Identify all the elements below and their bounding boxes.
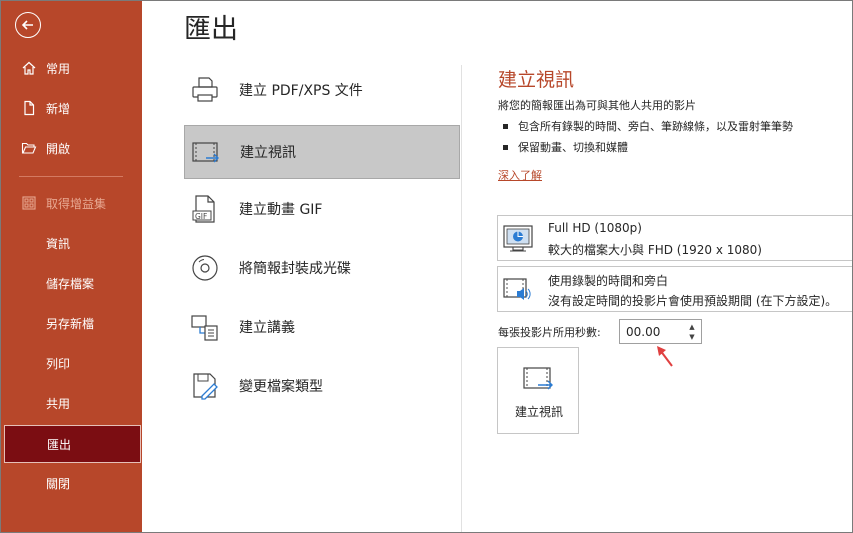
folder-open-icon [21, 142, 37, 154]
spinner-arrows[interactable]: ▲ ▼ [687, 322, 697, 342]
export-option-handouts[interactable]: 建立講義 [184, 300, 460, 354]
sidebar-item-get-addins: 取得增益集 [1, 185, 142, 221]
detail-bullet: 包含所有錄製的時間、旁白、筆跡線條，以及雷射筆筆勢 [503, 118, 793, 134]
sidebar-item-label: 關閉 [46, 476, 71, 491]
timing-title: 使用錄製的時間和旁白 [548, 274, 669, 288]
svg-text:GIF: GIF [195, 212, 207, 221]
video-quality-dropdown[interactable]: Full HD (1080p) 較大的檔案大小與 FHD (1920 x 108… [497, 215, 852, 261]
handouts-icon [191, 315, 218, 341]
sidebar-item-print[interactable]: 列印 [1, 345, 142, 381]
chevron-up-icon[interactable]: ▲ [687, 322, 697, 332]
video-icon [523, 367, 553, 390]
export-option-label: 將簡報封裝成光碟 [239, 261, 351, 277]
export-option-label: 建立視訊 [240, 145, 296, 161]
video-speaker-icon [503, 278, 531, 300]
sidebar: 常用 新增 開啟 取得增益集 資訊 儲存檔案 另存新檔 列印 共用 匯出 關閉 [1, 1, 142, 532]
pdf-printer-icon [192, 77, 218, 102]
sidebar-item-home[interactable]: 常用 [1, 50, 142, 86]
sidebar-item-label: 開啟 [46, 141, 71, 156]
grid-icon [22, 196, 36, 210]
export-option-gif[interactable]: GIF 建立動畫 GIF [184, 182, 460, 236]
export-option-change-file-type[interactable]: 變更檔案類型 [184, 359, 460, 413]
pane-divider [461, 65, 462, 532]
sidebar-item-label: 匯出 [47, 437, 72, 452]
detail-description: 將您的簡報匯出為可與其他人共用的影片 [498, 99, 696, 112]
create-video-button[interactable]: 建立視訊 [497, 347, 579, 434]
sidebar-divider [19, 176, 123, 177]
sidebar-item-label: 列印 [46, 356, 71, 371]
export-option-label: 建立 PDF/XPS 文件 [239, 83, 363, 99]
sidebar-item-save-as[interactable]: 另存新檔 [1, 305, 142, 341]
sidebar-item-label: 另存新檔 [46, 316, 95, 331]
seconds-per-slide-spinner[interactable]: ▲ ▼ [619, 319, 702, 344]
sidebar-item-info[interactable]: 資訊 [1, 225, 142, 261]
home-icon [22, 61, 36, 75]
sidebar-item-label: 常用 [46, 61, 71, 76]
chevron-down-icon[interactable]: ▼ [687, 332, 697, 342]
sidebar-item-label: 共用 [46, 396, 71, 411]
export-option-package-cd[interactable]: 將簡報封裝成光碟 [184, 241, 460, 295]
sidebar-item-label: 資訊 [46, 236, 71, 251]
annotation-arrow-icon [657, 346, 673, 367]
arrow-left-circle-icon [21, 20, 33, 30]
export-option-label: 變更檔案類型 [239, 379, 323, 395]
create-video-label: 建立視訊 [514, 405, 563, 419]
sidebar-item-label: 取得增益集 [46, 196, 107, 211]
export-option-label: 建立講義 [239, 320, 295, 336]
export-option-pdf[interactable]: 建立 PDF/XPS 文件 [184, 63, 460, 117]
change-file-type-icon [193, 373, 218, 400]
sidebar-item-label: 新增 [46, 101, 71, 116]
export-option-video[interactable]: 建立視訊 [184, 125, 460, 179]
sidebar-item-new[interactable]: 新增 [1, 90, 142, 126]
sidebar-item-open[interactable]: 開啟 [1, 130, 142, 166]
sidebar-item-close[interactable]: 關閉 [1, 465, 142, 501]
monitor-hd-icon [503, 225, 533, 252]
quality-title: Full HD (1080p) [548, 221, 642, 235]
page-title: 匯出 [184, 14, 238, 45]
seconds-per-slide-label: 每張投影片所用秒數: [498, 326, 601, 339]
sidebar-item-label: 儲存檔案 [46, 276, 95, 291]
detail-bullet: 保留動畫、切換和媒體 [503, 139, 628, 155]
sidebar-item-save[interactable]: 儲存檔案 [1, 265, 142, 301]
bullet-icon [503, 144, 508, 150]
timing-subtitle: 沒有設定時間的投影片會使用預設期間 (在下方設定)。 [548, 294, 838, 308]
back-button[interactable] [15, 12, 41, 38]
video-icon [192, 142, 219, 163]
bullet-icon [503, 123, 508, 129]
quality-subtitle: 較大的檔案大小與 FHD (1920 x 1080) [548, 243, 762, 257]
sidebar-item-share[interactable]: 共用 [1, 385, 142, 421]
seconds-per-slide-input[interactable] [626, 323, 682, 341]
new-document-icon [24, 100, 35, 116]
learn-more-link[interactable]: 深入了解 [498, 167, 542, 183]
timing-narration-dropdown[interactable]: 使用錄製的時間和旁白 沒有設定時間的投影片會使用預設期間 (在下方設定)。 [497, 266, 852, 312]
detail-title: 建立視訊 [498, 69, 575, 91]
cd-package-icon [192, 255, 218, 281]
gif-icon: GIF [192, 195, 215, 223]
sidebar-item-export[interactable]: 匯出 [4, 425, 141, 463]
export-option-label: 建立動畫 GIF [239, 202, 323, 218]
powerpoint-backstage: 常用 新增 開啟 取得增益集 資訊 儲存檔案 另存新檔 列印 共用 匯出 關閉 … [0, 0, 853, 533]
